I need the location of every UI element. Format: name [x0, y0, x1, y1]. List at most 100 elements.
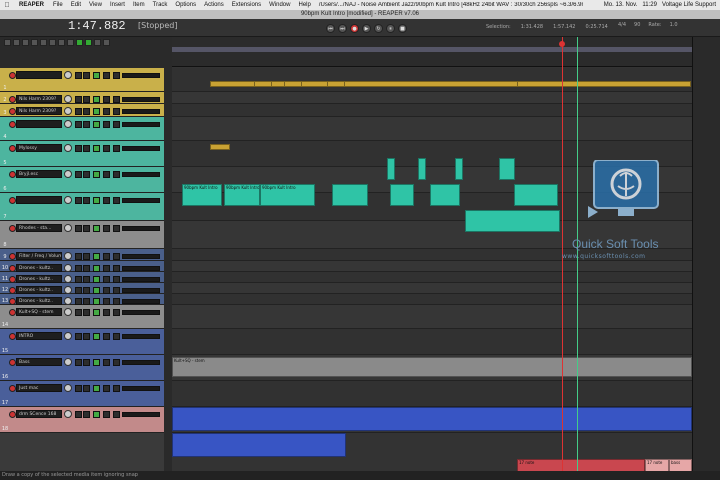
- media-item[interactable]: [390, 184, 414, 206]
- track-header[interactable]: 13 Drones - kultz..: [0, 294, 164, 305]
- track-lane[interactable]: [172, 117, 692, 141]
- media-item[interactable]: [499, 158, 515, 180]
- env-button[interactable]: [113, 121, 120, 128]
- solo-button[interactable]: [83, 121, 90, 128]
- menu-file[interactable]: File: [49, 2, 67, 8]
- io-button[interactable]: [103, 359, 110, 366]
- track-name-field[interactable]: Kult+SQ - stem: [16, 308, 62, 316]
- mute-button[interactable]: [75, 121, 82, 128]
- solo-button[interactable]: [83, 385, 90, 392]
- rate-value[interactable]: 1.0: [670, 22, 678, 28]
- env-button[interactable]: [113, 72, 120, 79]
- fx-button[interactable]: [93, 96, 100, 103]
- menu-actions[interactable]: Actions: [200, 2, 228, 8]
- io-button[interactable]: [103, 253, 110, 260]
- env-button[interactable]: [113, 276, 120, 283]
- fx-button[interactable]: [93, 145, 100, 152]
- fx-button[interactable]: [93, 411, 100, 418]
- mute-button[interactable]: [75, 96, 82, 103]
- volume-knob[interactable]: [64, 107, 72, 115]
- menu-item[interactable]: Item: [129, 2, 149, 8]
- fx-button[interactable]: [93, 171, 100, 178]
- menu-edit[interactable]: Edit: [67, 2, 85, 8]
- media-item[interactable]: [517, 81, 691, 87]
- solo-button[interactable]: [83, 298, 90, 305]
- mute-button[interactable]: [75, 333, 82, 340]
- io-button[interactable]: [103, 145, 110, 152]
- folder-icon[interactable]: [13, 39, 20, 46]
- zoom-icon[interactable]: [103, 39, 110, 46]
- mute-button[interactable]: [75, 145, 82, 152]
- media-item[interactable]: [387, 158, 395, 180]
- io-button[interactable]: [103, 108, 110, 115]
- record-arm-button[interactable]: [9, 265, 16, 272]
- volume-knob[interactable]: [64, 252, 72, 260]
- app-menu[interactable]: REAPER: [14, 2, 49, 8]
- timeline-ruler[interactable]: [172, 37, 692, 67]
- track-name-field[interactable]: Nils Harm 2309?: [16, 107, 62, 115]
- fx-button[interactable]: [93, 276, 100, 283]
- env-button[interactable]: [113, 265, 120, 272]
- menu-user[interactable]: Voltage Life Support: [662, 2, 716, 8]
- track-name-field[interactable]: Drones - kultz..: [16, 286, 62, 294]
- track-header[interactable]: 16 Bass: [0, 355, 164, 381]
- solo-button[interactable]: [83, 96, 90, 103]
- track-name-field[interactable]: Mylossy: [16, 144, 62, 152]
- fx-icon[interactable]: [40, 39, 47, 46]
- record-arm-button[interactable]: [9, 411, 16, 418]
- lock-icon[interactable]: [49, 39, 56, 46]
- env-button[interactable]: [113, 145, 120, 152]
- solo-button[interactable]: [83, 253, 90, 260]
- mute-button[interactable]: [75, 309, 82, 316]
- solo-button[interactable]: [83, 145, 90, 152]
- env-button[interactable]: [113, 298, 120, 305]
- volume-knob[interactable]: [64, 170, 72, 178]
- auto-crossfade-icon[interactable]: [85, 39, 92, 46]
- io-button[interactable]: [103, 265, 110, 272]
- stop-button[interactable]: ■: [398, 24, 407, 33]
- media-item[interactable]: [210, 144, 230, 150]
- mute-button[interactable]: [75, 108, 82, 115]
- track-name-field[interactable]: Rhodes - sta...: [16, 224, 62, 232]
- go-to-end-button[interactable]: ⏭: [338, 24, 347, 33]
- media-item[interactable]: [332, 184, 368, 206]
- volume-knob[interactable]: [64, 332, 72, 340]
- media-item[interactable]: bass: [669, 459, 692, 471]
- grid-icon[interactable]: [76, 39, 83, 46]
- track-header[interactable]: 4: [0, 117, 164, 141]
- track-name-field[interactable]: drm SCence 168: [16, 410, 62, 418]
- solo-button[interactable]: [83, 265, 90, 272]
- track-lane[interactable]: [172, 329, 692, 355]
- env-button[interactable]: [113, 333, 120, 340]
- menu-view[interactable]: View: [85, 2, 106, 8]
- mute-button[interactable]: [75, 72, 82, 79]
- track-name-field[interactable]: Drones - kultz..: [16, 297, 62, 305]
- mute-button[interactable]: [75, 287, 82, 294]
- record-arm-button[interactable]: [9, 171, 16, 178]
- fx-button[interactable]: [93, 253, 100, 260]
- mute-button[interactable]: [75, 265, 82, 272]
- volume-knob[interactable]: [64, 410, 72, 418]
- volume-knob[interactable]: [64, 308, 72, 316]
- menu-insert[interactable]: Insert: [106, 2, 129, 8]
- snap-icon[interactable]: [58, 39, 65, 46]
- media-item[interactable]: 90bpm Kult Intro: [224, 184, 260, 206]
- metronome-icon[interactable]: [94, 39, 101, 46]
- record-arm-button[interactable]: [9, 121, 16, 128]
- track-name-field[interactable]: Bryjl.esc: [16, 170, 62, 178]
- record-arm-button[interactable]: [9, 225, 16, 232]
- time-signature[interactable]: 4/4: [618, 22, 626, 28]
- play-button[interactable]: ▶: [362, 24, 371, 33]
- fx-button[interactable]: [93, 225, 100, 232]
- io-button[interactable]: [103, 121, 110, 128]
- track-name-field[interactable]: INTRO: [16, 332, 62, 340]
- new-track-icon[interactable]: [4, 39, 11, 46]
- pause-button[interactable]: ⏸: [386, 24, 395, 33]
- menu-options[interactable]: Options: [171, 2, 200, 8]
- mute-button[interactable]: [75, 197, 82, 204]
- io-button[interactable]: [103, 225, 110, 232]
- route-icon[interactable]: [31, 39, 38, 46]
- env-button[interactable]: [113, 253, 120, 260]
- track-name-field[interactable]: Drones - kultz..: [16, 264, 62, 272]
- selection-length[interactable]: 0:25.714: [585, 24, 607, 30]
